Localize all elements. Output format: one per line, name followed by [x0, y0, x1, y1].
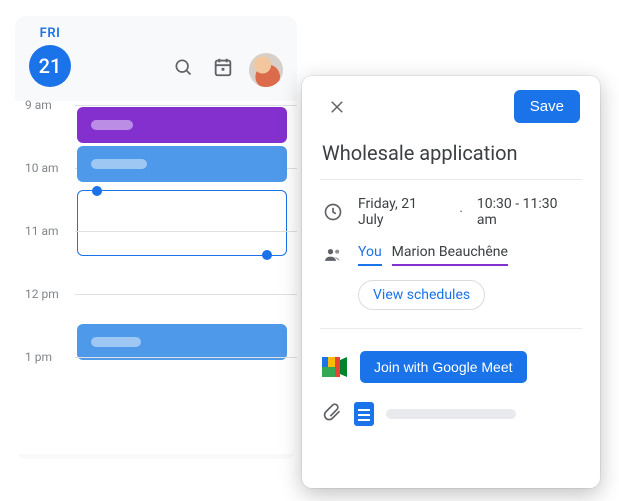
calendar-grid[interactable]: 9 am 10 am 11 am 12 pm 1 pm: [15, 101, 297, 454]
guest-chip-you[interactable]: You: [358, 244, 382, 266]
view-schedules-button[interactable]: View schedules: [358, 280, 485, 310]
attachment-row[interactable]: [322, 401, 580, 427]
hour-label: 1 pm: [25, 350, 52, 364]
time-row[interactable]: Friday, 21 July · 10:30 - 11:30 am: [322, 196, 580, 228]
guest-chip-marion[interactable]: Marion Beauchêne: [392, 244, 508, 266]
hour-label: 11 am: [25, 224, 59, 238]
hour-label: 12 pm: [25, 287, 59, 301]
search-icon[interactable]: [163, 47, 203, 87]
today-icon[interactable]: [203, 47, 243, 87]
event-block[interactable]: [77, 324, 287, 360]
resize-handle-top[interactable]: [92, 186, 102, 196]
event-date: Friday, 21 July: [358, 196, 445, 228]
join-meet-button[interactable]: Join with Google Meet: [360, 351, 527, 383]
divider: [320, 328, 582, 329]
paperclip-icon: [322, 401, 342, 427]
google-meet-icon: [322, 357, 348, 377]
event-time: 10:30 - 11:30 am: [477, 196, 580, 228]
date-picker[interactable]: FRI 21: [29, 26, 71, 87]
people-icon: [322, 245, 344, 265]
docs-icon[interactable]: [354, 402, 374, 426]
save-button[interactable]: Save: [514, 90, 580, 123]
event-details-card: Save Wholesale application Friday, 21 Ju…: [302, 76, 600, 488]
date-circle: 21: [29, 45, 71, 87]
calendar-header: FRI 21: [15, 16, 297, 101]
event-block[interactable]: [77, 146, 287, 182]
calendar-panel: FRI 21 9 am 10 am 11 am: [15, 16, 297, 459]
clock-icon: [322, 202, 344, 222]
weekday-label: FRI: [40, 26, 61, 41]
hour-label: 9 am: [25, 98, 52, 112]
divider: [320, 179, 582, 180]
close-icon[interactable]: [322, 92, 352, 122]
attachment-placeholder: [386, 409, 516, 419]
event-title[interactable]: Wholesale application: [322, 141, 580, 165]
dot-separator: ·: [459, 204, 463, 220]
avatar[interactable]: [249, 53, 283, 87]
guests-row[interactable]: You Marion Beauchêne: [322, 244, 580, 266]
hour-label: 10 am: [25, 161, 59, 175]
event-block[interactable]: [77, 107, 287, 143]
